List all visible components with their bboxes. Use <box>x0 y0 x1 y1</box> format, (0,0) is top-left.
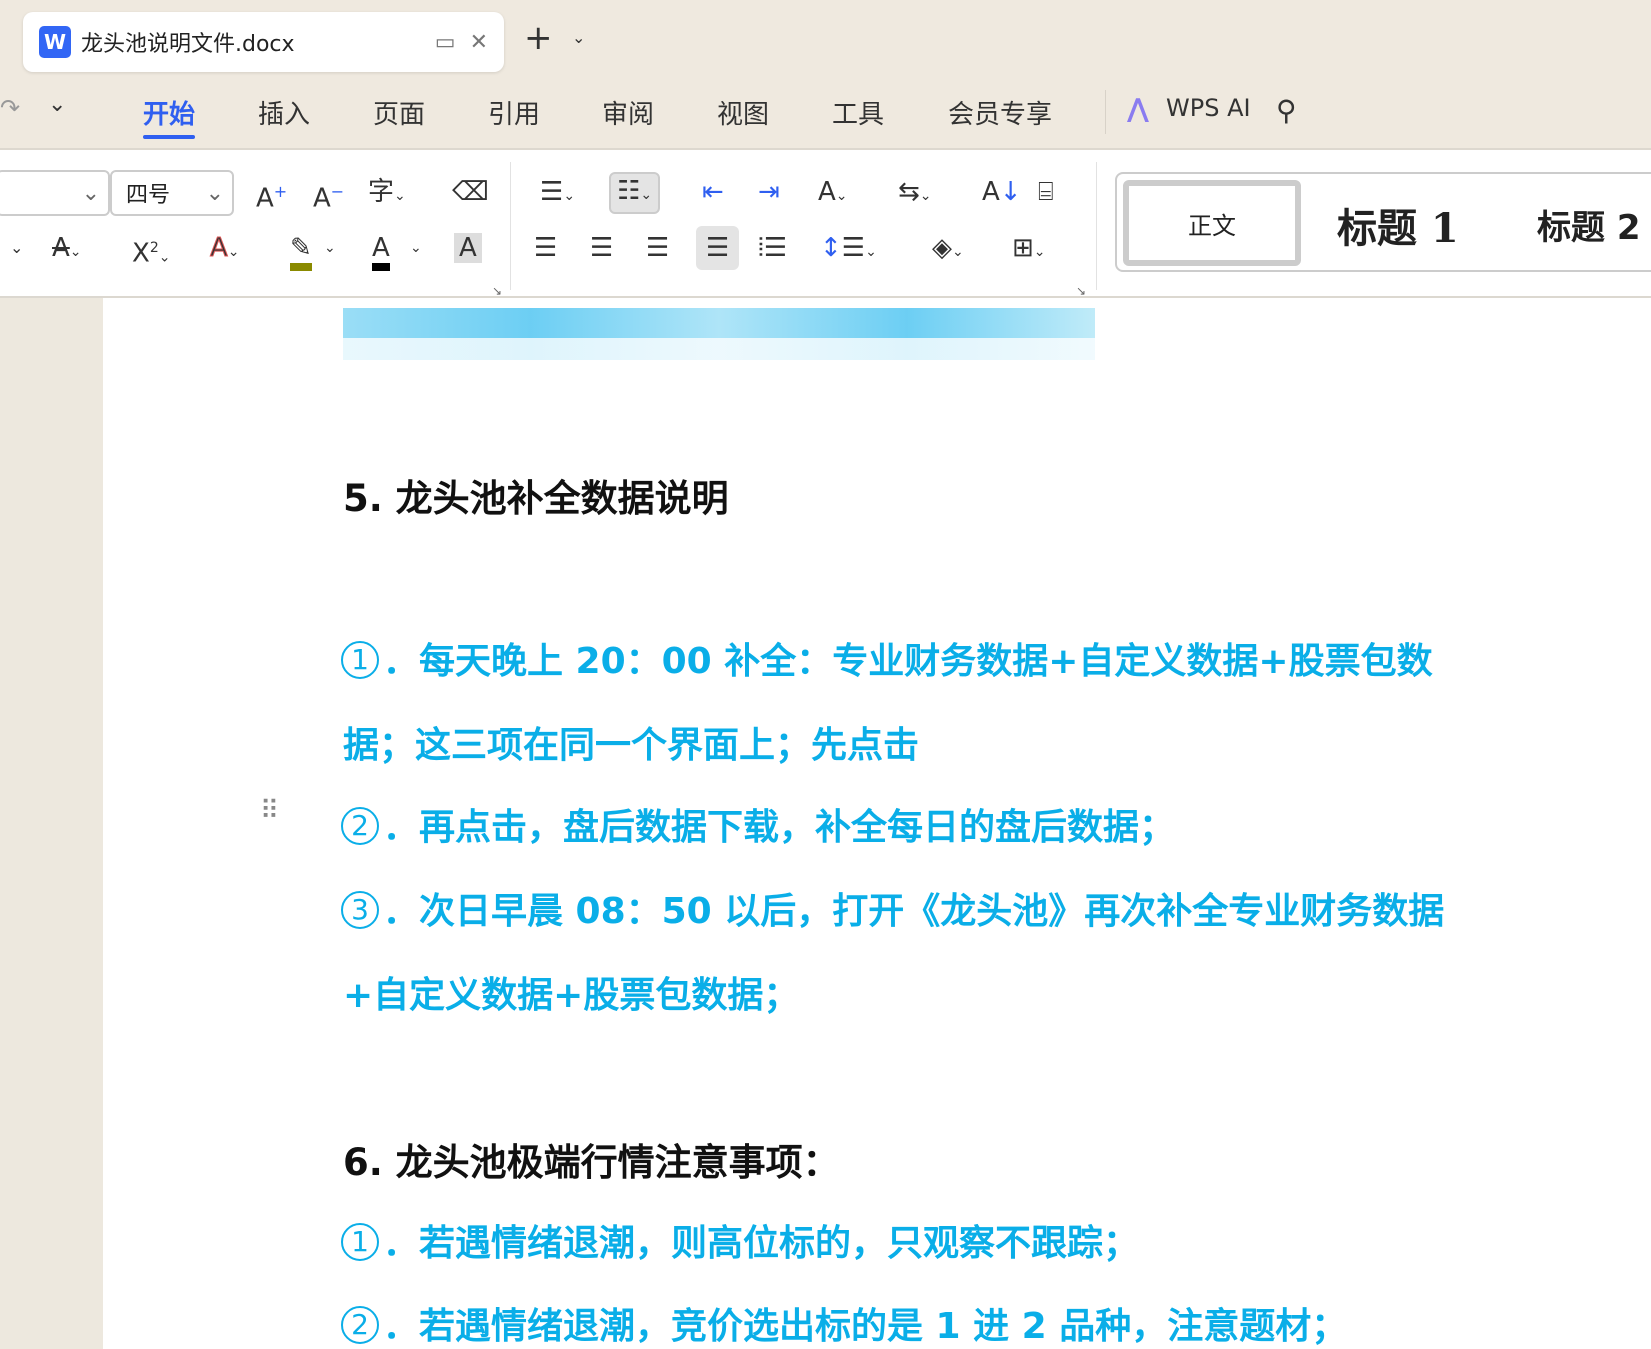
wps-ai-button[interactable]: WPS AI <box>1166 94 1251 122</box>
menu-member[interactable]: 会员专享 <box>948 94 1052 131</box>
chevron-down-icon[interactable]: ⌄ <box>572 28 585 47</box>
menu-bar: ↷ ⌄ 开始 插入 页面 引用 审阅 视图 工具 会员专享 ⋀ WPS AI ⚲ <box>0 80 1651 150</box>
font-size-dropdown[interactable]: 四号 ⌄ <box>110 170 234 216</box>
text-direction-icon[interactable]: ⇆⌄ <box>898 177 932 211</box>
list-text: ．若遇情绪退潮，则高位标的，只观察不跟踪； <box>383 1223 1140 1264</box>
align-center-icon[interactable]: ☰ <box>590 233 613 263</box>
align-left-icon[interactable]: ☰ <box>534 233 557 263</box>
close-icon[interactable]: ✕ <box>470 30 488 55</box>
font-color-icon[interactable]: A <box>372 233 390 271</box>
text-effect-icon[interactable]: A⌄ <box>210 233 240 267</box>
search-icon[interactable]: ⚲ <box>1276 94 1297 127</box>
style-heading-1[interactable]: 标题 1 <box>1337 196 1459 254</box>
blurred-text <box>343 338 1095 360</box>
style-normal[interactable]: 正文 <box>1123 180 1301 266</box>
document-tab[interactable]: W 龙头池说明文件.docx ▭ ✕ <box>23 12 504 72</box>
number-circle: 3 <box>341 891 379 929</box>
list-item-continuation: 据；这三项在同一个界面上；先点击 <box>343 725 920 766</box>
line-spacing-icon[interactable]: ↕☰⌄ <box>820 233 877 267</box>
wps-writer-icon: W <box>39 26 71 58</box>
section-heading-6: 6. 龙头池极端行情注意事项： <box>343 1141 840 1184</box>
list-text: ．次日早晨 08：50 以后，打开《龙头池》再次补全专业财务数据 <box>383 891 1445 932</box>
wps-ai-icon: ⋀ <box>1127 94 1149 124</box>
menu-page[interactable]: 页面 <box>373 94 425 131</box>
chevron-down-icon: ⌄ <box>205 180 224 206</box>
highlight-icon[interactable]: ✎ <box>290 233 312 271</box>
show-marks-icon[interactable]: ⌸ <box>1038 177 1054 207</box>
menu-review[interactable]: 审阅 <box>602 94 654 131</box>
bullet-list-icon[interactable]: ☰⌄ <box>540 177 575 211</box>
number-circle: 2 <box>341 807 379 845</box>
tab-title: 龙头池说明文件.docx <box>81 32 295 57</box>
list-text: ．再点击，盘后数据下载，补全每日的盘后数据； <box>383 807 1176 848</box>
strikethrough-icon[interactable]: A⌄ <box>52 233 82 267</box>
styles-gallery: 正文 标题 1 标题 2 <box>1115 172 1651 272</box>
divider <box>1105 90 1106 134</box>
menu-references[interactable]: 引用 <box>488 94 540 131</box>
list-text: ．若遇情绪退潮，竞价选出标的是 1 进 2 品种，注意题材； <box>383 1306 1348 1347</box>
chevron-down-icon: ⌄ <box>81 180 100 206</box>
menu-home[interactable]: 开始 <box>143 94 196 139</box>
list-item: 2 ．若遇情绪退潮，竞价选出标的是 1 进 2 品种，注意题材； <box>341 1297 1347 1349</box>
grow-font-icon[interactable]: A+ <box>256 177 287 214</box>
distributed-align-icon[interactable]: ⦙☰ <box>758 233 787 263</box>
chevron-down-icon[interactable]: ⌄ <box>48 92 66 117</box>
character-spacing-icon[interactable]: A⌄ <box>818 177 848 211</box>
increase-indent-icon[interactable]: ⇥ <box>758 177 780 207</box>
list-item: 2 ．再点击，盘后数据下载，补全每日的盘后数据； <box>341 798 1175 850</box>
shrink-font-icon[interactable]: A− <box>313 177 344 214</box>
list-item: 1 ．若遇情绪退潮，则高位标的，只观察不跟踪； <box>341 1214 1139 1266</box>
borders-icon[interactable]: ⊞⌄ <box>1012 233 1046 267</box>
clear-format-icon[interactable]: ⌫ <box>452 177 489 207</box>
list-item-continuation: +自定义数据+股票包数据； <box>343 975 800 1016</box>
shading-icon[interactable]: ◈⌄ <box>932 233 964 267</box>
number-circle: 1 <box>341 641 379 679</box>
divider <box>1096 162 1097 290</box>
character-shading-icon[interactable]: A <box>454 233 482 263</box>
drag-handle-icon[interactable]: ⠿ <box>260 798 279 824</box>
list-text: ．每天晚上 20：00 补全：专业财务数据+自定义数据+股票包数 <box>383 641 1433 682</box>
chevron-down-icon[interactable]: ⌄ <box>10 233 23 263</box>
list-item: 1 ．每天晚上 20：00 补全：专业财务数据+自定义数据+股票包数 <box>341 632 1433 684</box>
decrease-indent-icon[interactable]: ⇤ <box>702 177 724 207</box>
tab-bar: W 龙头池说明文件.docx ▭ ✕ + ⌄ <box>0 0 1651 80</box>
list-item: 3 ．次日早晨 08：50 以后，打开《龙头池》再次补全专业财务数据 <box>341 882 1444 934</box>
phonetic-guide-icon[interactable]: 字⌄ <box>368 177 406 211</box>
font-name-dropdown[interactable]: ⌄ <box>0 170 110 216</box>
number-circle: 1 <box>341 1223 379 1261</box>
align-right-icon[interactable]: ☰ <box>646 233 669 263</box>
redo-icon[interactable]: ↷ <box>0 94 20 122</box>
chevron-down-icon[interactable]: ⌄ <box>410 233 422 263</box>
menu-view[interactable]: 视图 <box>717 94 769 131</box>
divider <box>510 162 511 290</box>
font-size-value: 四号 <box>126 183 171 208</box>
numbered-list-icon[interactable]: ☷⌄ <box>609 172 661 214</box>
blurred-text <box>343 308 1095 338</box>
chevron-down-icon[interactable]: ⌄ <box>324 233 336 263</box>
window-icon[interactable]: ▭ <box>435 30 456 55</box>
number-circle: 2 <box>341 1306 379 1344</box>
justify-icon[interactable]: ☰ <box>696 226 740 270</box>
superscript-icon[interactable]: X2⌄ <box>132 233 170 273</box>
section-heading-5: 5. 龙头池补全数据说明 <box>343 477 729 520</box>
sort-icon[interactable]: A↓ <box>982 177 1022 207</box>
style-heading-2[interactable]: 标题 2 <box>1537 200 1641 249</box>
new-tab-icon[interactable]: + <box>524 18 553 58</box>
menu-tools[interactable]: 工具 <box>832 94 884 131</box>
menu-insert[interactable]: 插入 <box>258 94 310 131</box>
